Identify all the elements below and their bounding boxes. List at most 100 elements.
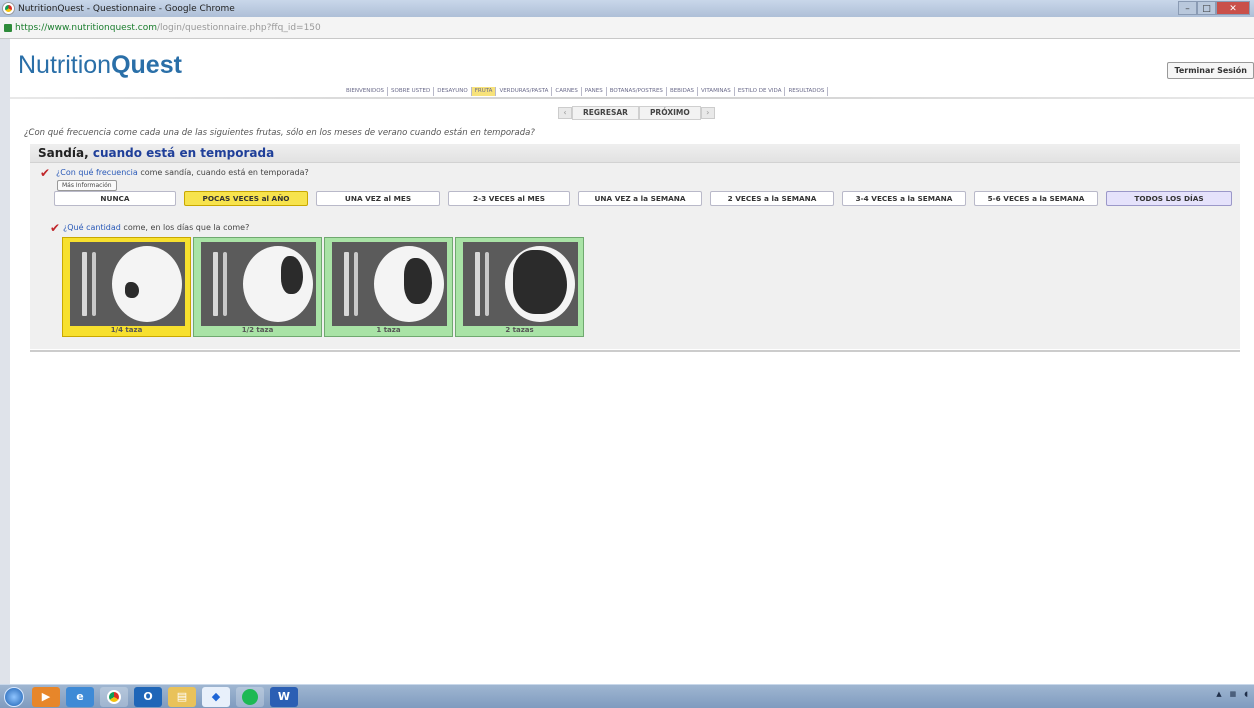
dropbox-icon[interactable]: ◆ <box>202 686 230 707</box>
nav-tab-carnes[interactable]: CARNES <box>552 87 582 96</box>
frequency-question-link[interactable]: ¿Con qué frecuencia <box>56 168 138 177</box>
pager: ‹ REGRESAR PRÓXIMO › <box>558 106 715 120</box>
food-name: Sandía, <box>38 146 89 160</box>
quantity-question-text: come, en los días que la come? <box>123 223 250 232</box>
portion-photo <box>463 242 578 326</box>
fork-icon <box>213 252 218 316</box>
knife-icon <box>485 252 489 316</box>
portion-label: 1/2 taza <box>241 326 274 334</box>
portion-label: 1 taza <box>376 326 401 334</box>
portion-photo <box>70 242 185 326</box>
page-content: NutritionQuest Terminar Sesión BIENVENID… <box>10 39 1254 684</box>
frequency-option[interactable]: NUNCA <box>54 191 176 206</box>
spotify-icon[interactable] <box>236 686 264 707</box>
food-qualifier: cuando está en temporada <box>92 146 275 160</box>
nav-tab-bebidas[interactable]: BEBIDAS <box>667 87 698 96</box>
nav-tab-sobre-usted[interactable]: SOBRE USTED <box>388 87 435 96</box>
network-icon[interactable]: ▦ <box>1230 690 1237 698</box>
knife-icon <box>92 252 96 316</box>
quantity-question-link[interactable]: ¿Qué cantidad <box>63 223 121 232</box>
word-icon[interactable]: W <box>270 686 298 707</box>
portion-label: 2 tazas <box>505 326 534 334</box>
portion-photo <box>201 242 316 326</box>
lock-icon <box>4 23 12 32</box>
start-icon[interactable] <box>4 686 24 707</box>
nav-tab-desayuno[interactable]: DESAYUNO <box>434 87 472 96</box>
maximize-button[interactable]: □ <box>1197 1 1216 15</box>
knife-icon <box>223 252 227 316</box>
explorer-icon[interactable]: ▤ <box>168 686 196 707</box>
nutritionquest-logo[interactable]: NutritionQuest <box>18 51 182 80</box>
volume-icon[interactable]: ◖ <box>1244 690 1248 698</box>
fork-icon <box>82 252 87 316</box>
nav-tab-verduras-pasta[interactable]: VERDURAS/PASTA <box>496 87 553 96</box>
portion-option[interactable]: 2 tazas <box>455 237 584 337</box>
header-divider <box>10 97 1254 99</box>
logout-button[interactable]: Terminar Sesión <box>1167 62 1254 79</box>
nav-tab-estilo-de-vida[interactable]: ESTILO DE VIDA <box>735 87 786 96</box>
fork-icon <box>475 252 480 316</box>
next-button[interactable]: PRÓXIMO <box>638 106 701 120</box>
portion-option[interactable]: 1 taza <box>324 237 453 337</box>
fruit-portion <box>125 282 139 298</box>
back-button[interactable]: REGRESAR <box>572 106 639 120</box>
taskbar: ▶ e O ▤ ◆ W ▲ ▦ ◖ <box>0 684 1254 708</box>
next-arrow-icon[interactable]: › <box>700 107 715 119</box>
chrome-icon[interactable] <box>100 686 128 707</box>
section-nav: BIENVENIDOS SOBRE USTED DESAYUNO FRUTA VERDU… <box>343 87 829 96</box>
frequency-option[interactable]: POCAS VECES al AÑO <box>184 191 308 206</box>
frequency-option[interactable]: UNA VEZ a la SEMANA <box>578 191 702 206</box>
nav-tab-panes[interactable]: PANES <box>582 87 607 96</box>
close-button[interactable]: ✕ <box>1216 1 1250 15</box>
frequency-option[interactable]: 5-6 VECES a la SEMANA <box>974 191 1098 206</box>
frequency-option[interactable]: 3-4 VECES a la SEMANA <box>842 191 966 206</box>
instruction-text: ¿Con qué frecuencia come cada una de las… <box>24 128 535 138</box>
portion-option[interactable]: 1/2 taza <box>193 237 322 337</box>
tray-arrow-icon[interactable]: ▲ <box>1216 690 1221 698</box>
ie-icon[interactable]: e <box>66 686 94 707</box>
fork-icon <box>344 252 349 316</box>
back-arrow-icon[interactable]: ‹ <box>558 107 572 119</box>
nav-tab-resultados[interactable]: RESULTADOS <box>785 87 829 96</box>
minimize-button[interactable]: – <box>1178 1 1197 15</box>
nav-tab-fruta[interactable]: FRUTA <box>471 87 497 96</box>
nav-tab-vitaminas[interactable]: VITAMINAS <box>698 87 735 96</box>
portion-option[interactable]: 1/4 taza <box>62 237 191 337</box>
frequency-option[interactable]: UNA VEZ al MES <box>316 191 440 206</box>
checkmark-icon: ✔ <box>50 221 61 235</box>
portion-options: 1/4 taza 1/2 taza 1 taza 2 tazas <box>62 237 586 337</box>
media-player-icon[interactable]: ▶ <box>32 686 60 707</box>
chrome-icon <box>3 3 14 14</box>
url-path: /login/questionnaire.php?ffq_id=150 <box>157 22 321 33</box>
quantity-question: ¿Qué cantidad come, en los días que la c… <box>63 223 249 232</box>
question-body: ✔ ¿Con qué frecuencia come sandía, cuand… <box>30 163 1240 349</box>
url-host: https://www.nutritionquest.com <box>15 22 158 33</box>
frequency-option[interactable]: TODOS LOS DÍAS <box>1106 191 1232 206</box>
plate-icon <box>112 246 182 322</box>
window-controls: – □ ✕ <box>1178 1 1250 15</box>
plate-icon <box>243 246 313 322</box>
system-tray: ▲ ▦ ◖ <box>1216 690 1248 698</box>
window-titlebar: NutritionQuest - Questionnaire - Google … <box>0 0 1254 17</box>
frequency-option[interactable]: 2-3 VECES al MES <box>448 191 570 206</box>
frequency-question-text: come sandía, cuando está en temporada? <box>140 168 309 177</box>
address-bar[interactable]: https://www.nutritionquest.com /login/qu… <box>0 17 1254 39</box>
nav-tab-botanas-postres[interactable]: BOTANAS/POSTRES <box>607 87 667 96</box>
logo-text-bold: Quest <box>111 51 182 79</box>
fruit-portion <box>404 258 432 304</box>
window-title: NutritionQuest - Questionnaire - Google … <box>18 3 235 14</box>
logo-text-regular: Nutrition <box>18 51 112 79</box>
portion-photo <box>332 242 447 326</box>
knife-icon <box>354 252 358 316</box>
frequency-option[interactable]: 2 VECES a la SEMANA <box>710 191 834 206</box>
nav-tab-bienvenidos[interactable]: BIENVENIDOS <box>343 87 389 96</box>
fruit-portion <box>281 256 303 294</box>
frequency-options: NUNCA POCAS VECES al AÑO UNA VEZ al MES 2-3… <box>54 191 1240 206</box>
checkmark-icon: ✔ <box>40 166 51 180</box>
portion-label: 1/4 taza <box>110 326 143 334</box>
outlook-icon[interactable]: O <box>134 686 162 707</box>
more-info-button[interactable]: Más Información <box>57 180 117 191</box>
frequency-question: ¿Con qué frecuencia come sandía, cuando … <box>56 168 309 177</box>
food-item-title: Sandía, cuando está en temporada <box>30 144 1240 163</box>
question-panel: Sandía, cuando está en temporada ✔ ¿Con … <box>30 144 1240 352</box>
